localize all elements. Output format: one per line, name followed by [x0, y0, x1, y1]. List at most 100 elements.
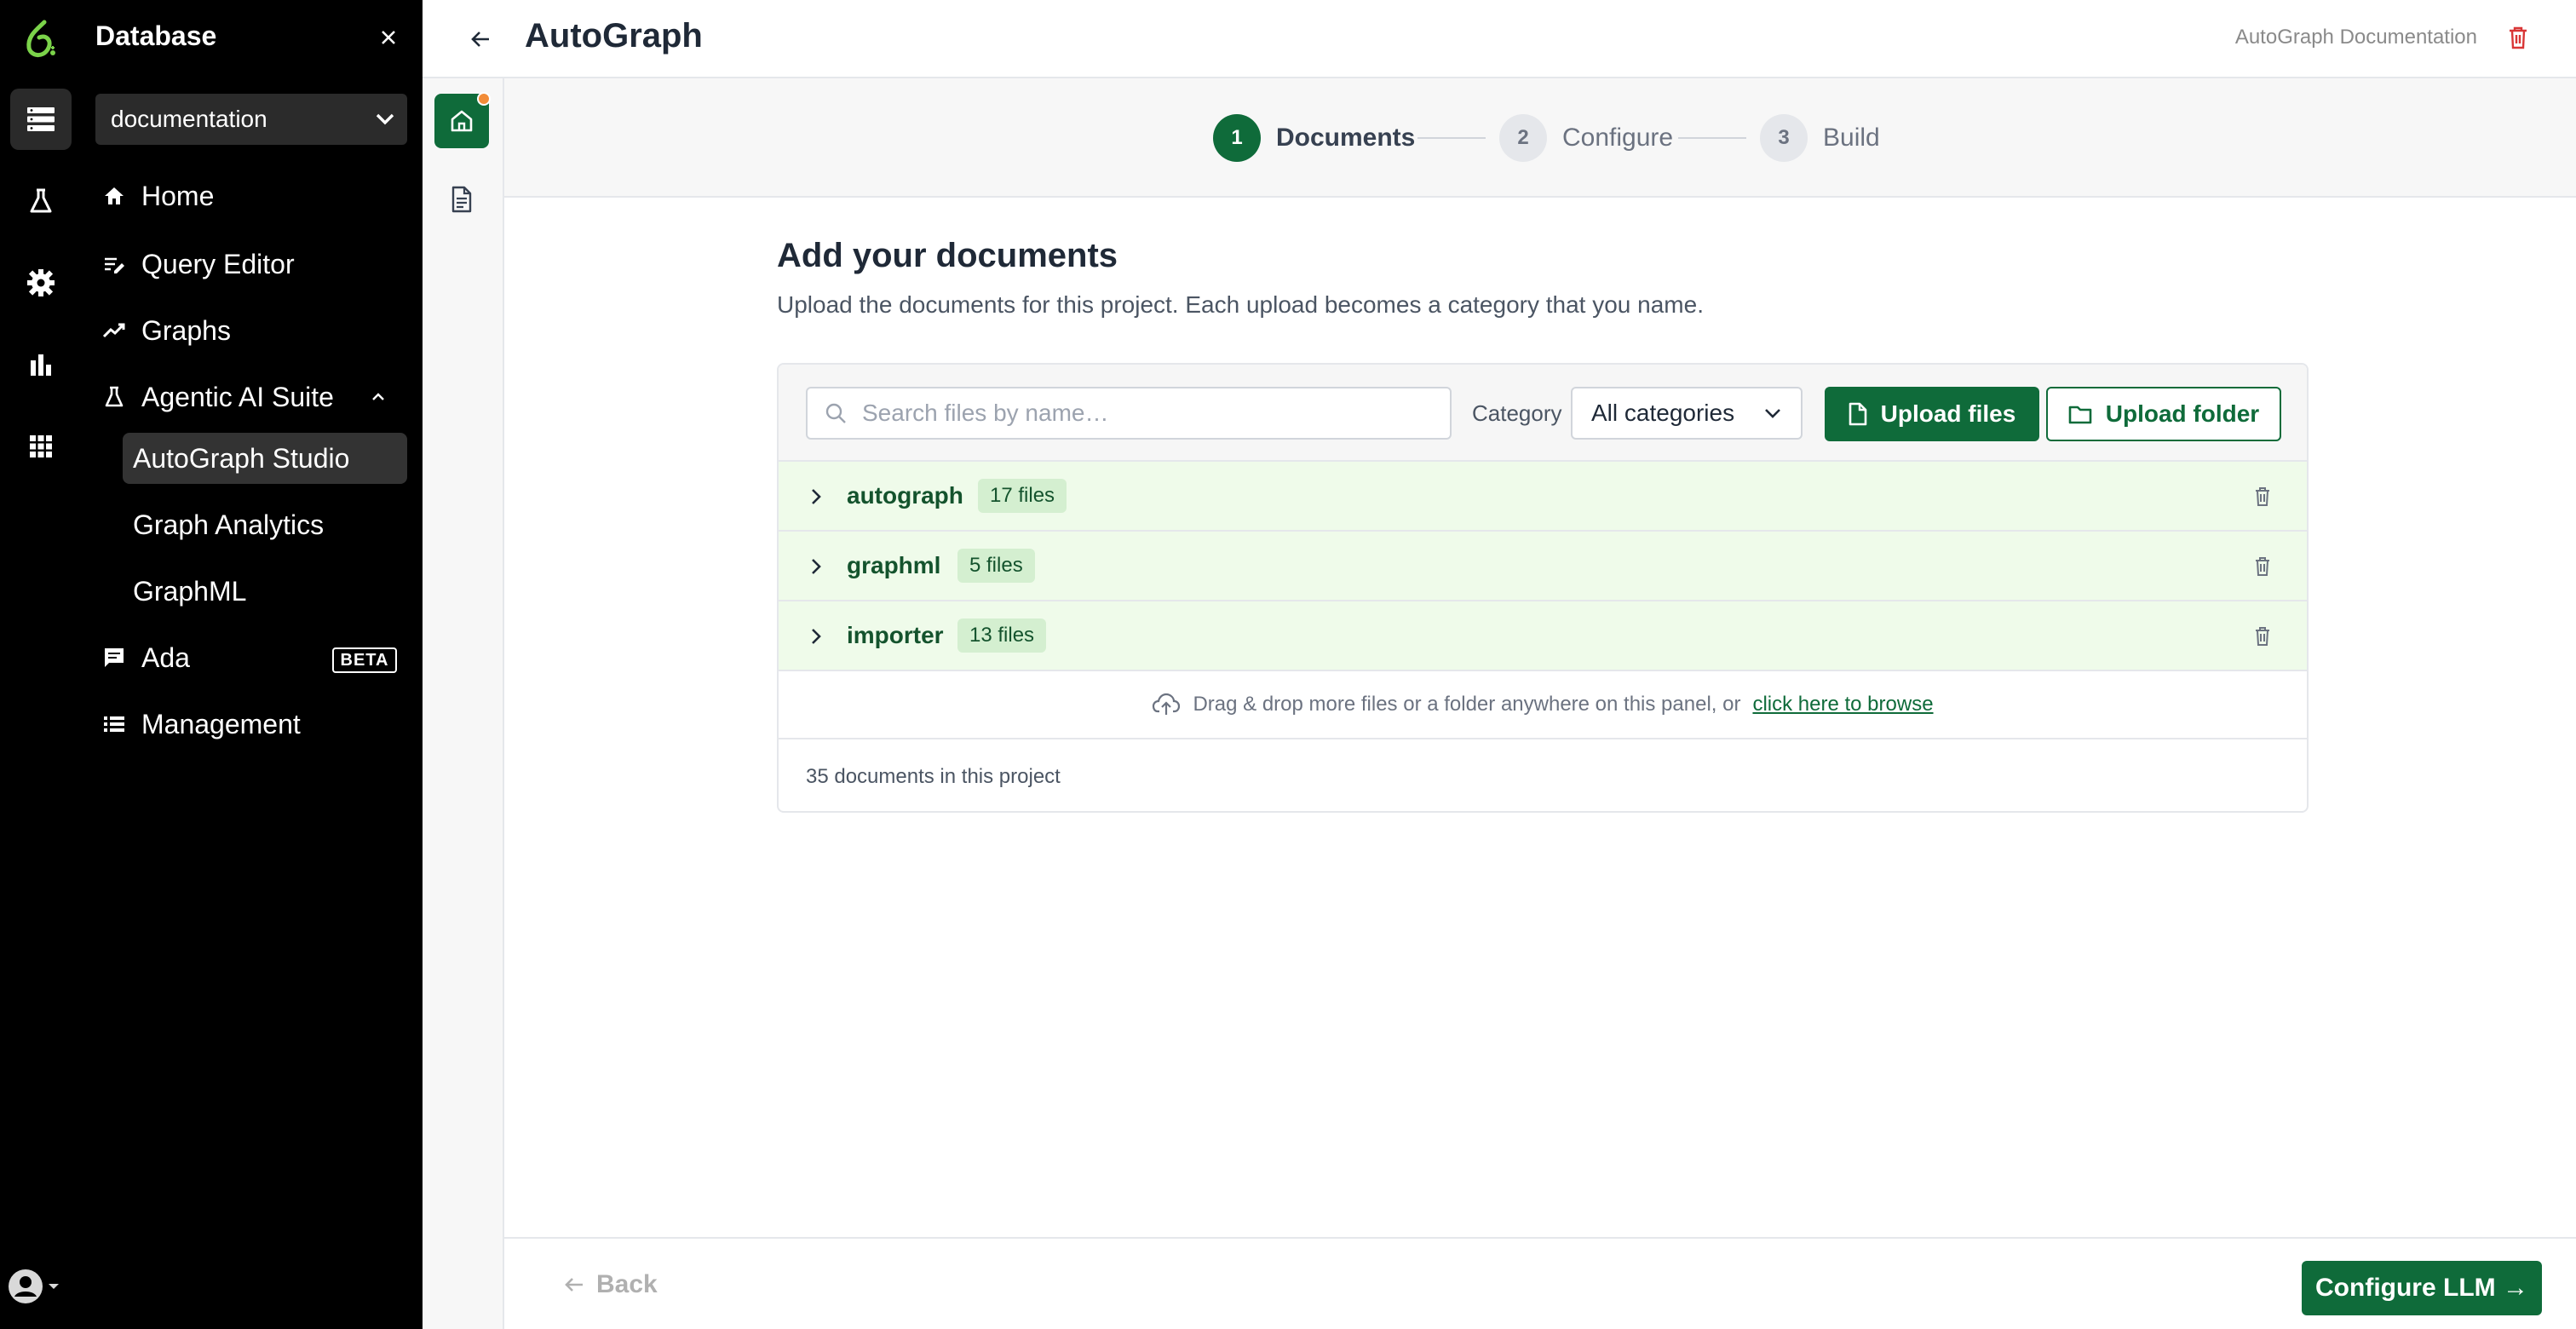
wizard-stepper: 1 Documents 2 Configure 3 Build — [504, 78, 2576, 198]
close-icon[interactable] — [368, 19, 409, 56]
category-row-autograph[interactable]: autograph 17 files — [779, 462, 2307, 532]
sidebar-item-graphml[interactable]: GraphML — [123, 566, 407, 617]
icon-rail — [0, 0, 82, 1329]
sidebar-item-ada[interactable]: Ada — [102, 632, 190, 683]
sidebar-item-graphs[interactable]: Graphs — [102, 305, 231, 356]
category-name: importer — [847, 622, 944, 648]
sidebar-item-label: Ada — [141, 641, 190, 673]
flask-icon[interactable] — [10, 170, 72, 232]
category-name: graphml — [847, 552, 941, 578]
upload-folder-label: Upload folder — [2105, 400, 2260, 427]
chevron-down-icon — [376, 113, 394, 125]
arrow-left-icon — [565, 1278, 583, 1292]
page-title: AutoGraph — [525, 17, 703, 55]
category-row-graphml[interactable]: graphml 5 files — [779, 532, 2307, 601]
trash-icon[interactable] — [2249, 623, 2276, 650]
user-menu[interactable] — [7, 1264, 75, 1309]
back-button-label: Back — [596, 1270, 658, 1298]
upload-files-button[interactable]: Upload files — [1825, 387, 2039, 441]
wizard-footer: Back Configure LLM → — [504, 1237, 2576, 1329]
search-icon — [825, 403, 846, 423]
step-configure[interactable]: 2 Configure — [1499, 114, 1673, 162]
list-icon — [102, 712, 126, 736]
step-label: Build — [1823, 124, 1880, 152]
delete-project-icon[interactable] — [2501, 20, 2535, 55]
sidebar-item-label: Management — [141, 708, 301, 739]
category-select-value: All categories — [1591, 400, 1735, 426]
chevron-down-icon — [1765, 409, 1780, 418]
step-label: Configure — [1562, 124, 1674, 152]
sidebar-item-agentic-ai-suite[interactable]: Agentic AI Suite — [102, 371, 416, 423]
upload-folder-button[interactable]: Upload folder — [2046, 387, 2281, 441]
section-title: Add your documents — [777, 237, 1118, 274]
database-icon[interactable] — [10, 89, 72, 150]
sidebar-title: Database — [95, 20, 217, 51]
category-row-importer[interactable]: importer 13 files — [779, 601, 2307, 671]
back-arrow-icon[interactable] — [462, 20, 499, 58]
step-connector — [1417, 137, 1486, 139]
file-count-badge: 17 files — [978, 479, 1067, 513]
document-icon[interactable] — [434, 172, 489, 227]
document-count: 35 documents in this project — [806, 765, 1061, 788]
trash-icon[interactable] — [2249, 553, 2276, 580]
chevron-right-icon[interactable] — [804, 624, 828, 648]
drop-zone[interactable]: Drag & drop more files or a folder anywh… — [779, 671, 2307, 739]
chevron-right-icon[interactable] — [804, 555, 828, 578]
search-box — [806, 387, 1452, 440]
apps-grid-icon[interactable] — [10, 416, 72, 477]
graphs-icon — [102, 319, 126, 342]
nav-sidebar: Database documentation Home Query Editor… — [82, 0, 423, 1329]
sidebar-item-label: Graph Analytics — [133, 509, 325, 540]
cloud-upload-icon — [1153, 693, 1181, 715]
step-documents[interactable]: 1 Documents — [1213, 114, 1415, 162]
sidebar-item-label: Graphs — [141, 314, 231, 346]
database-select-value: documentation — [111, 106, 267, 132]
sidebar-item-label: AutoGraph Studio — [133, 442, 350, 474]
sidebar-item-management[interactable]: Management — [102, 699, 301, 750]
category-name: autograph — [847, 482, 963, 509]
chat-icon — [102, 646, 126, 670]
home-outline-icon — [451, 110, 473, 132]
step-number: 3 — [1760, 114, 1808, 162]
sidebar-item-label: Home — [141, 180, 215, 211]
flask-icon — [102, 385, 126, 409]
step-number: 2 — [1499, 114, 1547, 162]
back-button[interactable]: Back — [564, 1268, 658, 1302]
upload-files-label: Upload files — [1880, 400, 2016, 427]
sidebar-item-label: GraphML — [133, 575, 247, 607]
step-connector — [1678, 137, 1746, 139]
chevron-right-icon[interactable] — [804, 485, 828, 509]
sidebar-item-graph-analytics[interactable]: Graph Analytics — [123, 499, 407, 550]
avatar-icon — [9, 1269, 43, 1303]
caret-down-icon — [49, 1284, 59, 1289]
project-rail — [423, 78, 504, 1329]
database-select[interactable]: documentation — [95, 94, 407, 145]
sidebar-item-label: Query Editor — [141, 248, 295, 279]
gear-icon[interactable] — [10, 252, 72, 314]
sidebar-item-home[interactable]: Home — [102, 170, 214, 222]
trash-icon[interactable] — [2249, 483, 2276, 510]
documentation-link[interactable]: AutoGraph Documentation — [2235, 26, 2477, 49]
sidebar-item-autograph-studio[interactable]: AutoGraph Studio — [123, 433, 407, 484]
category-select[interactable]: All categories — [1571, 387, 1803, 440]
search-input[interactable] — [862, 400, 1407, 427]
configure-llm-label: Configure LLM → — [2315, 1274, 2528, 1302]
page-header: AutoGraph AutoGraph Documentation — [423, 0, 2576, 78]
notification-dot — [477, 92, 491, 106]
file-count-badge: 5 files — [957, 549, 1035, 583]
category-label: Category — [1472, 400, 1562, 426]
configure-llm-button[interactable]: Configure LLM → — [2302, 1261, 2542, 1315]
documents-panel: Category All categories Upload files Upl… — [777, 363, 2309, 813]
home-icon — [102, 184, 126, 208]
section-subtitle: Upload the documents for this project. E… — [777, 291, 1704, 318]
step-number: 1 — [1213, 114, 1261, 162]
step-build[interactable]: 3 Build — [1760, 114, 1880, 162]
sidebar-item-label: Agentic AI Suite — [141, 381, 334, 412]
folder-icon — [2068, 406, 2092, 424]
app-logo-icon — [19, 17, 63, 61]
bar-chart-icon[interactable] — [10, 334, 72, 395]
browse-link[interactable]: click here to browse — [1752, 693, 1933, 716]
sidebar-item-query-editor[interactable]: Query Editor — [102, 239, 295, 290]
documents-toolbar: Category All categories Upload files Upl… — [779, 365, 2307, 462]
project-home-button[interactable] — [434, 92, 491, 148]
